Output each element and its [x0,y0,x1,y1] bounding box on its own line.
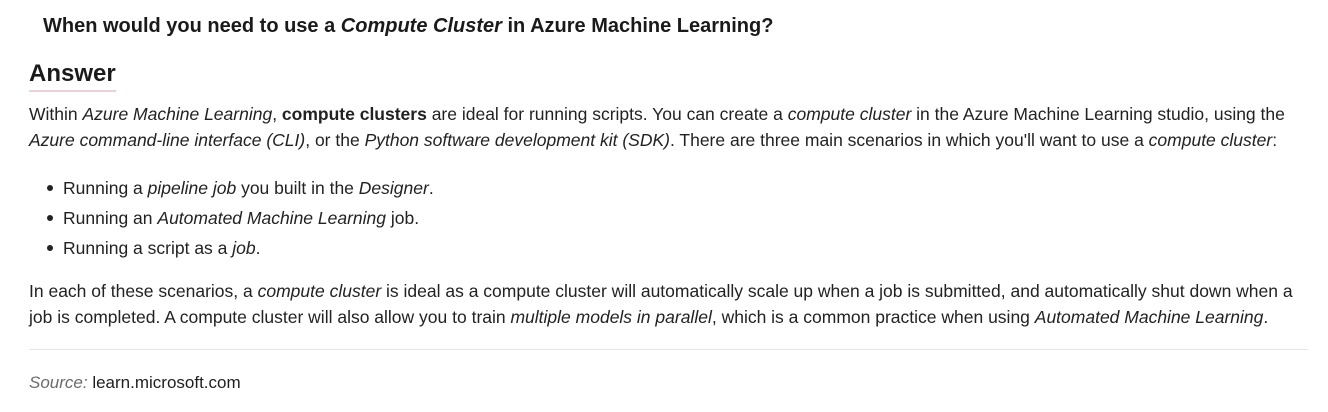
bullet-dot-icon [47,245,53,251]
list-item: Running a pipeline job you built in the … [29,173,434,203]
list-item-em: pipeline job [147,178,237,198]
answer-heading: Answer [29,58,116,92]
intro-text: : [1272,129,1278,150]
explanation-em: compute cluster [257,281,382,301]
intro-text: in the Azure Machine Learning studio, us… [911,104,1285,124]
list-item-text: Running a script as a [63,238,233,258]
question-text-pre: When would you need to use a [43,15,341,37]
intro-paragraph: Within Azure Machine Learning, compute c… [29,102,1314,153]
explanation-text: , which is a common practice when using [711,306,1035,327]
list-item-text: job. [386,208,420,228]
scenario-list: Running a pipeline job you built in the … [29,173,434,263]
list-item: Running a script as a job. [29,233,434,263]
explanation-text: In each of these scenarios, a [29,281,258,301]
intro-text: are ideal for running scripts. You can c… [426,104,788,124]
list-item-text: . [255,238,261,258]
source-label: Source: [29,373,88,392]
answer-page: When would you need to use a Compute Clu… [0,0,1328,412]
intro-text: , or the [305,129,365,150]
list-item-text: you built in the [236,178,359,198]
intro-text: . There are three main scenarios in whic… [669,129,1149,150]
question-text-post: in Azure Machine Learning? [501,15,774,37]
explanation-paragraph: In each of these scenarios, a compute cl… [29,279,1314,330]
list-item-em: Designer [358,178,429,198]
list-item-text: . [428,178,434,198]
intro-strong: compute clusters [281,104,427,124]
question-title: When would you need to use a Compute Clu… [43,12,773,40]
bullet-dot-icon [47,215,53,221]
intro-em: Python software development kit (SDK) [364,129,670,150]
list-item-text: Running an [63,208,158,228]
intro-em: Azure Machine Learning [82,104,273,124]
divider [29,349,1308,350]
intro-em: compute cluster [1148,129,1273,150]
list-item: Running an Automated Machine Learning jo… [29,203,434,233]
explanation-em: multiple models in parallel [510,306,712,327]
list-item-em: Automated Machine Learning [157,208,387,228]
intro-em: compute cluster [787,104,912,124]
question-text-em: Compute Cluster [340,15,502,37]
list-item-em: job [232,238,256,258]
source-line: Source: learn.microsoft.com [29,371,241,395]
list-item-text: Running a [63,178,148,198]
intro-em: Azure command-line interface (CLI) [29,129,306,150]
source-value: learn.microsoft.com [92,373,241,392]
intro-text: , [272,104,282,124]
explanation-em: Automated Machine Learning [1034,306,1264,327]
bullet-dot-icon [47,185,53,191]
explanation-text: . [1263,306,1269,327]
intro-text: Within [29,104,83,124]
